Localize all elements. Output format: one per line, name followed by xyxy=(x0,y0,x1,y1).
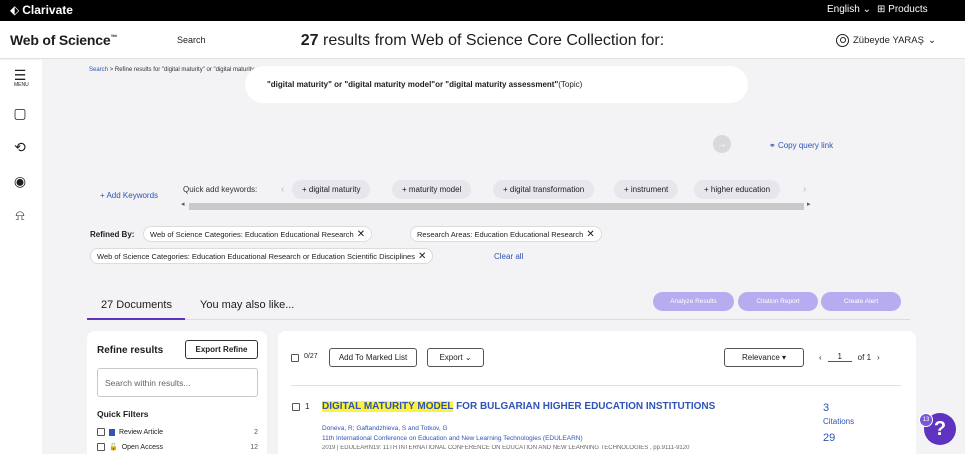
search-within-input[interactable]: Search within results... xyxy=(97,368,258,397)
marked-list-icon[interactable]: ▢ xyxy=(11,104,29,122)
keyword-chip[interactable]: + higher education xyxy=(694,180,781,199)
chevron-left-icon[interactable]: ‹ xyxy=(819,353,822,362)
pagination: ‹ 1 of 1 › xyxy=(819,352,880,362)
quick-filter-row[interactable]: Review Article 2 xyxy=(97,428,258,436)
query-text: "digital maturity" or "digital maturity … xyxy=(267,80,559,89)
select-all-checkbox[interactable] xyxy=(291,354,299,362)
close-icon[interactable]: ✕ xyxy=(357,229,365,240)
keywords-scrollbar[interactable]: ◂ ▸ xyxy=(181,200,813,211)
export-button[interactable]: Export ⌄ xyxy=(427,348,484,367)
record-authors[interactable]: Doneva, R; Gaftandzhieva, S and Totkov, … xyxy=(322,425,448,432)
help-badge: 13 xyxy=(919,413,933,427)
page-total: of 1 xyxy=(857,352,872,362)
sidebar: ☰ MENU ▢ ⟲ ◉ ⍾ xyxy=(0,60,42,454)
tab-you-may-also-like[interactable]: You may also like... xyxy=(200,299,294,311)
refine-panel: Refine results Export Refine Search with… xyxy=(87,331,267,454)
record-title-link[interactable]: DIGITAL MATURITY MODEL FOR BULGARIAN HIG… xyxy=(322,401,715,412)
tabs-divider xyxy=(87,319,910,320)
language-selector[interactable]: English ⌄ xyxy=(827,4,871,15)
filter-chip-label: Research Areas: Education Educational Re… xyxy=(417,229,584,239)
quick-filters-title: Quick Filters xyxy=(97,409,149,419)
title-highlight: DIGITAL MATURITY MODEL xyxy=(322,401,454,412)
keyword-chip[interactable]: + digital transformation xyxy=(493,180,595,199)
chevron-right-icon[interactable]: › xyxy=(877,353,880,362)
checkbox[interactable] xyxy=(97,428,105,436)
references-count[interactable]: 29 xyxy=(823,432,835,444)
quick-filter-count: 2 xyxy=(254,428,258,436)
grid-icon: ⊞ xyxy=(877,4,889,15)
breadcrumb-separator: > xyxy=(109,67,114,73)
quick-filter-label: Review Article xyxy=(119,428,163,436)
citations-label: Citations xyxy=(823,417,855,426)
selected-count: 0/27 xyxy=(304,353,318,360)
create-alert-button[interactable]: Create Alert xyxy=(821,292,901,311)
quick-filter-label: Open Access xyxy=(121,443,163,451)
keyword-chip[interactable]: + maturity model xyxy=(392,180,472,199)
filter-chip[interactable]: Web of Science Categories: Education Edu… xyxy=(143,226,373,242)
scrollbar-thumb[interactable] xyxy=(189,203,804,210)
link-icon: ⚭ xyxy=(769,141,778,150)
filter-chip[interactable]: Web of Science Categories: Education Edu… xyxy=(90,248,434,264)
refine-results-title: Refine results xyxy=(97,345,164,356)
profile-icon[interactable]: ◉ xyxy=(11,172,29,190)
analyze-results-button[interactable]: Analyze Results xyxy=(653,292,734,311)
title-rest: FOR BULGARIAN HIGHER EDUCATION INSTITUTI… xyxy=(453,401,716,412)
copy-query-label: Copy query link xyxy=(777,141,834,150)
citation-report-button[interactable]: Citation Report xyxy=(738,292,818,311)
products-label: Products xyxy=(888,4,928,15)
close-icon[interactable]: ✕ xyxy=(586,229,594,240)
add-keywords-button[interactable]: + Add Keywords xyxy=(100,191,158,200)
page-input[interactable]: 1 xyxy=(827,352,852,362)
results-panel: 0/27 Add To Marked List Export ⌄ Relevan… xyxy=(278,331,916,454)
lock-open-icon: 🔓 xyxy=(109,444,118,451)
copy-query-link[interactable]: ⚭ Copy query link xyxy=(769,141,833,150)
sort-select[interactable]: Relevance ▾ xyxy=(724,348,804,367)
documents-count: 27 xyxy=(101,299,114,311)
results-divider xyxy=(291,385,901,386)
scroll-left-icon[interactable]: ◂ xyxy=(181,200,185,208)
quick-add-label: Quick add keywords: xyxy=(183,185,258,194)
record-number: 1 xyxy=(305,402,310,411)
results-heading: 27 results from Web of Science Core Coll… xyxy=(0,32,965,50)
results-heading-text: results from Web of Science Core Collect… xyxy=(318,32,665,49)
close-icon[interactable]: ✕ xyxy=(418,251,426,262)
clarivate-logo[interactable]: ⬖ Clarivate xyxy=(10,3,73,17)
chevron-right-icon[interactable]: › xyxy=(803,184,806,195)
export-refine-button[interactable]: Export Refine xyxy=(185,340,258,359)
document-icon xyxy=(109,428,115,436)
breadcrumb-search[interactable]: Search xyxy=(89,67,108,73)
products-menu[interactable]: ⊞ Products xyxy=(877,4,928,15)
record-checkbox[interactable] xyxy=(292,403,300,411)
record-meta: 2019 | EDULEARN19: 11TH INTERNATIONAL CO… xyxy=(322,445,690,451)
bell-icon[interactable]: ⍾ xyxy=(11,206,29,224)
query-field: (Topic) xyxy=(558,80,583,89)
documents-label: Documents xyxy=(113,299,172,311)
quick-filter-count: 12 xyxy=(250,443,258,451)
checkbox[interactable] xyxy=(97,443,105,451)
active-tab-indicator xyxy=(87,318,185,320)
quick-filter-row[interactable]: 🔓 Open Access 12 xyxy=(97,443,258,451)
history-icon[interactable]: ⟲ xyxy=(11,138,29,156)
refined-by-label: Refined By: xyxy=(90,230,135,239)
keyword-chip[interactable]: + digital maturity xyxy=(292,180,371,199)
question-icon: ? xyxy=(933,417,947,440)
clarivate-logo-text: Clarivate xyxy=(22,3,73,17)
filter-chip-label: Web of Science Categories: Education Edu… xyxy=(97,251,415,261)
results-count: 27 xyxy=(300,32,319,49)
chevron-left-icon[interactable]: ‹ xyxy=(281,184,284,195)
clarivate-logo-icon: ⬖ xyxy=(10,3,20,17)
filter-chip-label: Web of Science Categories: Education Edu… xyxy=(150,229,354,239)
record-conference[interactable]: 11th International Conference on Educati… xyxy=(322,435,583,442)
menu-label: MENU xyxy=(14,82,29,88)
scroll-right-icon[interactable]: ▸ xyxy=(807,200,811,208)
tab-documents[interactable]: 27 Documents xyxy=(101,299,172,311)
citation-count[interactable]: 3 xyxy=(823,402,829,414)
query-box[interactable]: "digital maturity" or "digital maturity … xyxy=(245,66,748,103)
keyword-chip[interactable]: + instrument xyxy=(614,180,679,199)
add-to-marked-list-button[interactable]: Add To Marked List xyxy=(329,348,417,367)
query-submit-arrow-icon[interactable]: → xyxy=(713,135,731,153)
clear-all-link[interactable]: Clear all xyxy=(494,252,523,261)
filter-chip[interactable]: Research Areas: Education Educational Re… xyxy=(410,226,602,242)
top-bar: ⬖ Clarivate English ⌄ ⊞ Products xyxy=(0,0,965,21)
